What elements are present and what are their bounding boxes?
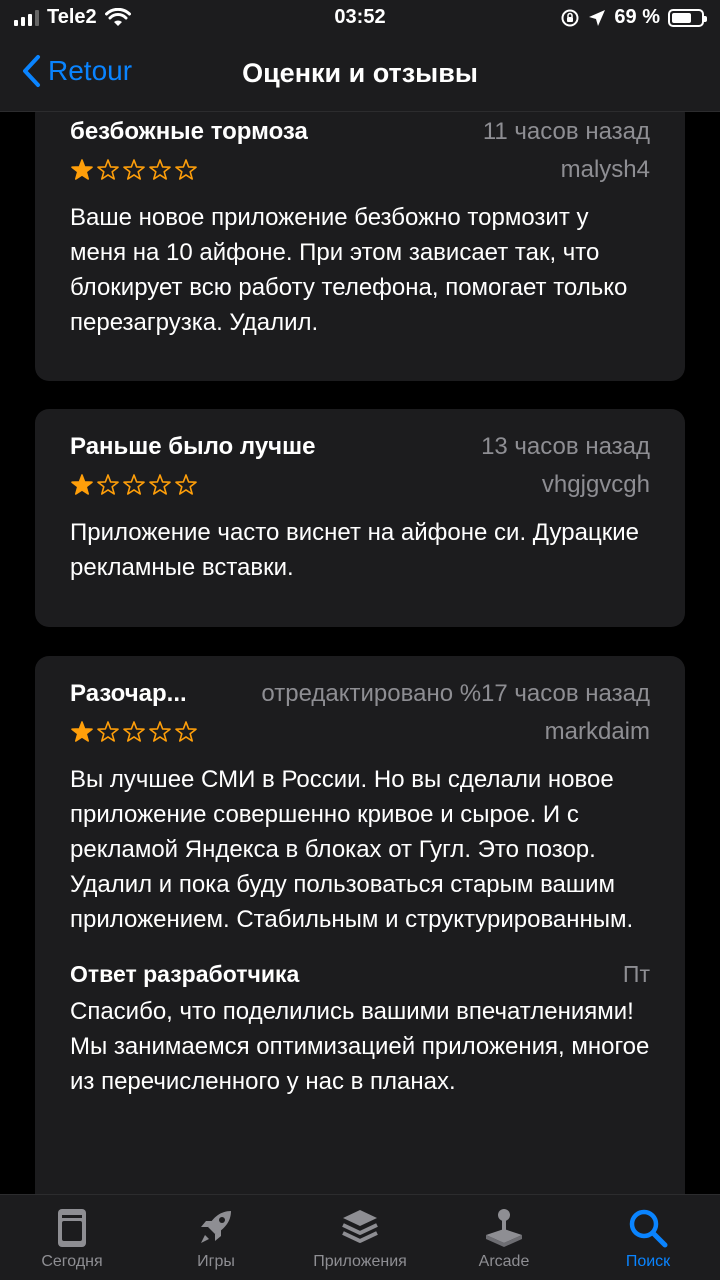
star-empty-icon (123, 721, 145, 742)
rocket-icon (201, 1211, 231, 1243)
star-empty-icon (97, 159, 119, 180)
developer-response-header: Ответ разработчика Пт (70, 961, 650, 988)
star-empty-icon (175, 721, 197, 742)
tab-label: Arcade (478, 1253, 530, 1270)
developer-response-label: Ответ разработчика (70, 961, 300, 987)
page-title: Оценки и отзывы (242, 58, 478, 88)
battery-percent: 69 % (614, 6, 660, 28)
developer-response-date: Пт (622, 961, 650, 987)
star-empty-icon (123, 474, 145, 495)
tab-apps[interactable]: Приложения (288, 1195, 432, 1280)
rating-stars (70, 158, 198, 182)
orientation-lock-icon (561, 9, 579, 26)
navigation-bar: Retour Оценки и отзывы (0, 38, 720, 112)
star-empty-icon (97, 474, 119, 495)
location-icon (589, 9, 606, 26)
star-empty-icon (123, 159, 145, 180)
tab-games[interactable]: Игры (144, 1195, 288, 1280)
battery-level-fill (672, 12, 692, 23)
star-filled-icon (71, 721, 93, 742)
rating-stars (70, 473, 198, 497)
search-icon (629, 1209, 668, 1248)
tab-label: Сегодня (41, 1253, 103, 1270)
rating-stars (70, 720, 198, 744)
tab-arcade[interactable]: Arcade (432, 1195, 576, 1280)
star-empty-icon (175, 159, 197, 180)
tab-label: Поиск (625, 1253, 671, 1270)
developer-response-body: Спасибо, что поделились вашими впечатлен… (70, 998, 650, 1095)
review-body: Вы лучшее СМИ в России. Но вы сделали но… (70, 766, 634, 933)
review-author: markdaim (544, 718, 650, 745)
tab-label: Приложения (313, 1253, 407, 1270)
today-icon (58, 1209, 86, 1247)
review-date: отредактировано %17 часов назад (261, 680, 650, 707)
review-body: Приложение часто виснет на айфоне си. Ду… (70, 519, 639, 581)
star-empty-icon (97, 721, 119, 742)
star-filled-icon (71, 159, 93, 180)
apps-stack-icon (342, 1210, 378, 1243)
battery-icon (668, 8, 707, 27)
status-bar: Tele2 03:52 69 % (0, 0, 720, 38)
review-body: Ваше новое приложение безбожно тормозит … (70, 204, 628, 336)
review-author: malysh4 (560, 156, 650, 183)
star-empty-icon (149, 721, 171, 742)
review-card[interactable]: Раньше было лучше 13 часов назад vhgjgvc… (35, 409, 685, 627)
review-title: Разочар... (70, 680, 187, 707)
review-card[interactable]: безбожные тормоза 11 часов назад malysh4… (35, 112, 685, 381)
review-date: 13 часов назад (481, 433, 650, 460)
tab-today[interactable]: Сегодня (0, 1195, 144, 1280)
review-title: Раньше было лучше (70, 433, 316, 460)
star-filled-icon (71, 474, 93, 495)
review-title: безбожные тормоза (70, 118, 308, 145)
tab-label: Игры (197, 1253, 235, 1270)
star-empty-icon (149, 159, 171, 180)
joystick-icon (486, 1209, 522, 1247)
review-card[interactable]: Разочар... отредактировано %17 часов наз… (35, 656, 685, 1194)
status-right: 69 % (560, 6, 707, 29)
reviews-list[interactable]: безбожные тормоза 11 часов назад malysh4… (0, 112, 720, 1194)
tab-search[interactable]: Поиск (576, 1195, 720, 1280)
star-empty-icon (175, 474, 197, 495)
review-date: 11 часов назад (482, 118, 650, 145)
star-empty-icon (149, 474, 171, 495)
tab-bar: Сегодня Игры Приложения Arcade Поиск (0, 1194, 720, 1280)
review-author: vhgjgvcgh (541, 471, 650, 498)
